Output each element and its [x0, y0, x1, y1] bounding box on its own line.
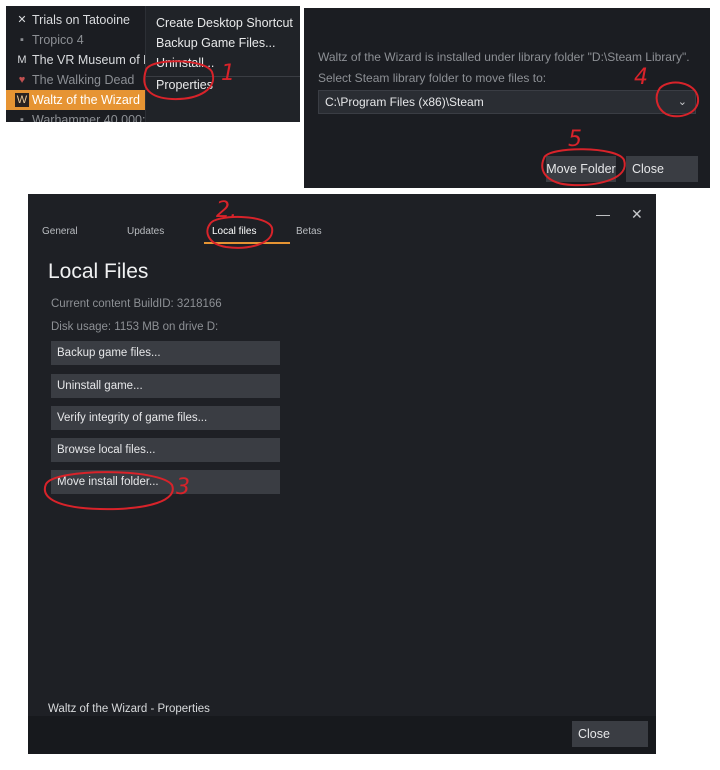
selected-folder-value: C:\Program Files (x86)\Steam [325, 95, 484, 109]
move-folder-dialog: Waltz of the Wizard is installed under l… [304, 8, 710, 188]
chevron-down-icon[interactable]: ⌄ [678, 91, 687, 113]
close-button[interactable]: Close [626, 156, 698, 182]
build-id-text: Current content BuildID: 3218166 [51, 298, 222, 310]
tab-local-files[interactable]: Local files [212, 226, 256, 237]
properties-close-button[interactable]: Close [572, 721, 648, 747]
properties-window: — ✕ General Updates Local files Betas Lo… [28, 194, 656, 754]
tropico-icon: ▪ [20, 34, 24, 46]
footer-bar: Close [28, 716, 656, 754]
warhammer-icon: ▪ [20, 114, 24, 122]
browse-local-files-button[interactable]: Browse local files... [51, 438, 280, 462]
heart-icon: ♥ [18, 74, 26, 86]
page-title: Local Files [48, 260, 149, 283]
wizard-icon: W [15, 93, 29, 107]
backup-game-files-button[interactable]: Backup game files... [51, 341, 280, 365]
window-title: Waltz of the Wizard - Properties [48, 703, 210, 715]
close-icon[interactable]: ✕ [631, 206, 643, 223]
menu-item-uninstall[interactable]: Uninstall... [156, 53, 214, 73]
x-mark-icon: ✕ [17, 14, 27, 26]
library-panel: ✕ Trials on Tatooine ▪ Tropico 4 M The V… [6, 6, 300, 122]
museum-icon: M [17, 54, 27, 66]
tab-betas[interactable]: Betas [296, 226, 322, 237]
menu-item-create-shortcut[interactable]: Create Desktop Shortcut [156, 13, 293, 33]
uninstall-game-button[interactable]: Uninstall game... [51, 374, 280, 398]
menu-item-properties[interactable]: Properties [156, 75, 213, 95]
library-folder-select[interactable]: C:\Program Files (x86)\Steam ⌄ [318, 90, 696, 114]
move-folder-button[interactable]: Move Folder [546, 156, 616, 182]
game-label: Tropico 4 [32, 33, 84, 47]
game-label: Waltz of the Wizard [32, 93, 140, 107]
verify-integrity-button[interactable]: Verify integrity of game files... [51, 406, 280, 430]
game-label: Trials on Tatooine [32, 13, 130, 27]
game-label: The VR Museum of Fi [32, 53, 154, 67]
select-folder-prompt: Select Steam library folder to move file… [318, 71, 547, 85]
disk-usage-text: Disk usage: 1153 MB on drive D: [51, 321, 219, 333]
menu-item-backup[interactable]: Backup Game Files... [156, 33, 276, 53]
move-install-folder-button[interactable]: Move install folder... [51, 470, 280, 494]
install-location-text: Waltz of the Wizard is installed under l… [318, 50, 690, 64]
active-tab-indicator [204, 242, 290, 244]
minimize-icon[interactable]: — [596, 206, 610, 222]
tab-updates[interactable]: Updates [127, 226, 164, 237]
tab-general[interactable]: General [42, 226, 78, 237]
context-menu: Create Desktop Shortcut Backup Game File… [145, 6, 300, 122]
game-label: The Walking Dead [32, 73, 135, 87]
